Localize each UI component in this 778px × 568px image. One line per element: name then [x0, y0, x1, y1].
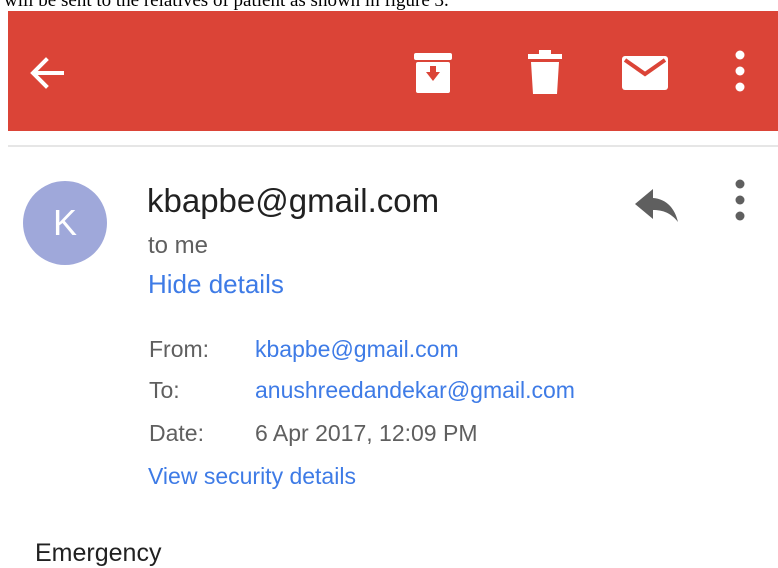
reply-icon[interactable]	[635, 189, 679, 223]
more-vert-icon[interactable]	[734, 49, 746, 93]
header-divider	[8, 145, 778, 147]
document-caption: will be sent to the relatives of patient…	[4, 0, 449, 11]
from-value[interactable]: kbapbe@gmail.com	[255, 335, 459, 363]
hide-details-link[interactable]: Hide details	[148, 268, 284, 300]
to-value[interactable]: anushreedandekar@gmail.com	[255, 376, 575, 404]
view-security-details-link[interactable]: View security details	[148, 462, 356, 490]
date-label: Date:	[149, 420, 204, 446]
app-toolbar	[8, 11, 778, 131]
sender-email: kbapbe@gmail.com	[147, 182, 440, 219]
mark-unread-icon[interactable]	[622, 56, 668, 90]
to-label: To:	[149, 377, 180, 403]
recipient-summary: to me	[148, 232, 209, 259]
back-arrow-icon[interactable]	[26, 53, 66, 93]
delete-icon[interactable]	[527, 50, 563, 94]
gmail-message-screen: K kbapbe@gmail.com to me Hide details Fr…	[8, 11, 778, 567]
message-body: Emergency	[35, 539, 162, 567]
message-more-icon[interactable]	[734, 178, 746, 222]
sender-avatar[interactable]: K	[23, 181, 107, 265]
date-value: 6 Apr 2017, 12:09 PM	[255, 420, 478, 446]
archive-icon[interactable]	[413, 51, 453, 95]
from-label: From:	[149, 336, 210, 362]
